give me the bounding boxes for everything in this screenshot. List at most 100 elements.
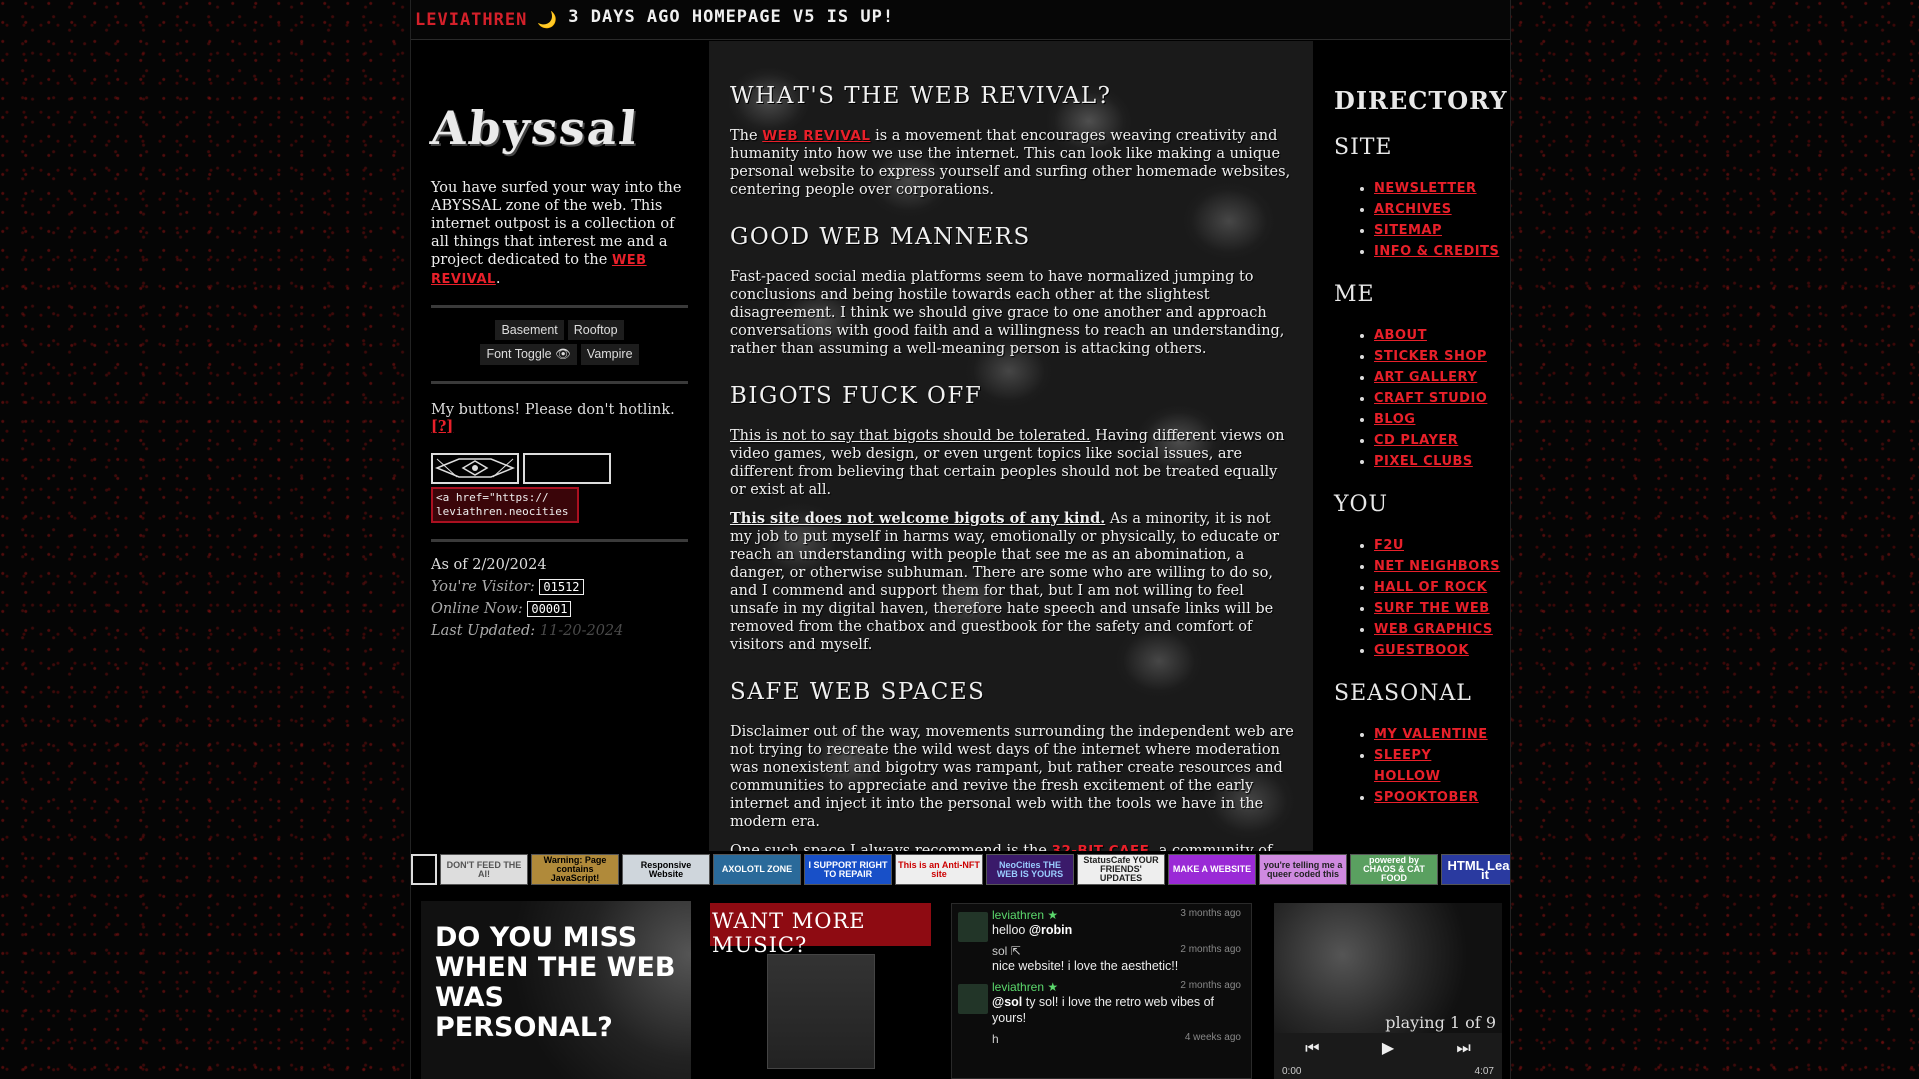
nav-sitemap[interactable]: Sitemap xyxy=(1374,223,1442,238)
site-stats: As of 2/20/2024 You're Visitor: 01512 On… xyxy=(431,554,688,642)
badge-neocities[interactable]: NeoCities THE WEB IS YOURS xyxy=(986,854,1074,885)
music-title: Want more music? xyxy=(710,903,931,957)
visitor-label: You're Visitor: xyxy=(431,579,535,595)
audio-player: playing 1 of 9 ⏮ ▶ ⏭ 0:00 4:07 xyxy=(1274,903,1502,1079)
chat-text: helloo @robin xyxy=(992,922,1245,938)
play-icon[interactable]: ▶ xyxy=(1382,1038,1394,1058)
next-icon[interactable]: ⏭ xyxy=(1456,1038,1470,1058)
nav-sleepy-hollow[interactable]: Sleepy Hollow xyxy=(1374,748,1440,784)
nav-info-credits[interactable]: Info & Credits xyxy=(1374,244,1499,259)
time-current: 0:00 xyxy=(1282,1066,1302,1077)
visitor-counter: 01512 xyxy=(539,579,584,595)
nav-net-neighbors[interactable]: Net Neighbors xyxy=(1374,559,1500,574)
marquee-user[interactable]: LEVIATHREN xyxy=(415,10,527,30)
site-logo[interactable]: Abyssal xyxy=(428,101,691,155)
vampire-button[interactable]: Vampire xyxy=(580,344,639,365)
32bit-cafe-link[interactable]: 32-BIT CAFE xyxy=(1052,843,1150,851)
theme-buttons: Basement Rooftop Font Toggle 👁 Vampire xyxy=(450,320,670,365)
badge-html[interactable]: HTML Learn it xyxy=(1441,854,1510,885)
chat-text: @sol ty sol! i love the retro web vibes … xyxy=(992,994,1245,1026)
badge-statuscafe[interactable]: StatusCafe YOUR FRIENDS' UPDATES xyxy=(1077,854,1165,885)
online-row: Online Now: 00001 xyxy=(431,598,688,620)
section-title-web-revival: What's the Web Revival? xyxy=(730,83,1112,109)
chat-mention: @sol xyxy=(992,995,1023,1009)
nav-spooktober[interactable]: Spooktober xyxy=(1374,790,1479,805)
chat-message: leviathren ★ 3 months ago helloo @robin xyxy=(958,908,1245,942)
nav-pixel-clubs[interactable]: Pixel Clubs xyxy=(1374,454,1473,469)
site-button-eye[interactable] xyxy=(431,453,519,484)
main-content[interactable]: What's the Web Revival? The WEB REVIVAL … xyxy=(709,41,1313,851)
badge-no-ai[interactable]: DON'T FEED THE AI! xyxy=(440,854,528,885)
badge-strip: DON'T FEED THE AI! Warning: Page contain… xyxy=(411,852,1510,887)
chat-message: h 4 weeks ago xyxy=(958,1032,1245,1046)
nav-archives[interactable]: Archives xyxy=(1374,202,1452,217)
chatbox[interactable]: leviathren ★ 3 months ago helloo @robin … xyxy=(951,903,1252,1079)
time-total: 4:07 xyxy=(1474,1066,1494,1077)
section-title-safe-spaces: Safe Web Spaces xyxy=(730,679,986,705)
music-thumbnail[interactable] xyxy=(766,954,875,1069)
nav-web-graphics[interactable]: Web Graphics xyxy=(1374,622,1493,637)
rooftop-button[interactable]: Rooftop xyxy=(567,320,624,340)
bottom-widgets: Do you miss when the web was personal? W… xyxy=(411,893,1510,1079)
nav-blog[interactable]: Blog xyxy=(1374,412,1415,427)
site-links: Newsletter Archives Sitemap Info & Credi… xyxy=(1334,178,1501,262)
badge-responsive[interactable]: Responsive Website xyxy=(622,854,710,885)
nav-sticker-shop[interactable]: Sticker Shop xyxy=(1374,349,1487,364)
music-widget: Want more music? xyxy=(710,903,931,1079)
previous-icon[interactable]: ⏮ xyxy=(1305,1038,1319,1058)
buttons-help-link[interactable]: [?] xyxy=(431,418,453,435)
nav-cd-player[interactable]: CD Player xyxy=(1374,433,1458,448)
nav-about[interactable]: About xyxy=(1374,328,1427,343)
paragraph-text: As a minority, it is not my job to put m… xyxy=(730,511,1280,653)
chat-body: ty sol! i love the retro web vibes of yo… xyxy=(992,995,1215,1025)
nav-art-gallery[interactable]: Art Gallery xyxy=(1374,370,1477,385)
badge-queer-coded[interactable]: you're telling me a queer coded this xyxy=(1259,854,1347,885)
web-revival-paragraph: The WEB REVIVAL is a movement that encou… xyxy=(730,127,1295,199)
divider xyxy=(431,539,688,542)
seasonal-links: My Valentine Sleepy Hollow Spooktober xyxy=(1334,724,1501,808)
eye-icon xyxy=(435,458,515,478)
basement-button[interactable]: Basement xyxy=(495,320,564,340)
chat-body: helloo xyxy=(992,923,1026,937)
badge-powered-by[interactable]: powered by CHAOS & CAT FOOD xyxy=(1350,854,1438,885)
nav-guestbook[interactable]: Guestbook xyxy=(1374,643,1469,658)
online-counter: 00001 xyxy=(527,601,572,617)
site-button-blank[interactable] xyxy=(523,453,611,484)
badge-make-a-website[interactable]: MAKE A WEBSITE xyxy=(1168,854,1256,885)
external-link-icon[interactable]: ⇱ xyxy=(1011,944,1021,958)
playlist-status: playing 1 of 9 xyxy=(1385,1013,1496,1032)
intro-text: You have surfed your way into the ABYSSA… xyxy=(431,180,682,287)
directory-title: Directory xyxy=(1334,86,1508,115)
personal-web-banner[interactable]: Do you miss when the web was personal? xyxy=(421,901,691,1079)
updated-date: 11-20-2024 xyxy=(539,623,624,639)
badge-blank[interactable] xyxy=(411,854,437,885)
stats-date: As of 2/20/2024 xyxy=(431,557,547,573)
safe-spaces-paragraph-2: One such space I always recommend is the… xyxy=(730,842,1295,851)
chat-username-text: sol xyxy=(992,944,1008,958)
nav-hall-of-rock[interactable]: Hall of Rock xyxy=(1374,580,1487,595)
avatar xyxy=(958,984,988,1014)
badge-axolotl[interactable]: AXOLOTL ZONE xyxy=(713,854,801,885)
nav-my-valentine[interactable]: My Valentine xyxy=(1374,727,1488,742)
buttons-note-text: My buttons! Please don't hotlink. xyxy=(431,402,675,418)
bigots-paragraph-1: This is not to say that bigots should be… xyxy=(730,427,1295,499)
nav-surf-the-web[interactable]: Surf the Web xyxy=(1374,601,1490,616)
nav-craft-studio[interactable]: Craft Studio xyxy=(1374,391,1487,406)
badge-javascript-warning[interactable]: Warning: Page contains JavaScript! xyxy=(531,854,619,885)
font-toggle-button[interactable]: Font Toggle 👁 xyxy=(480,344,577,365)
section-title-manners: Good Web Manners xyxy=(730,224,1031,250)
you-links: F2U Net Neighbors Hall of Rock Surf the … xyxy=(1334,535,1501,661)
badge-anti-nft[interactable]: This is an Anti-NFT site xyxy=(895,854,983,885)
page-frame: LEVIATHREN 🌙 3 DAYS AGO HOMEPAGE V5 IS U… xyxy=(410,0,1511,1079)
nav-f2u[interactable]: F2U xyxy=(1374,538,1404,553)
badge-right-to-repair[interactable]: I SUPPORT RIGHT TO REPAIR xyxy=(804,854,892,885)
button-code-textarea[interactable]: <a href="https:// leviathren.neocities xyxy=(431,487,579,523)
web-revival-link[interactable]: WEB REVIVAL xyxy=(762,128,870,144)
updated-row: Last Updated: 11-20-2024 xyxy=(431,620,688,642)
nav-newsletter[interactable]: Newsletter xyxy=(1374,181,1477,196)
section-seasonal: Seasonal xyxy=(1334,681,1472,706)
marquee-message: 3 DAYS AGO HOMEPAGE V5 IS UP! xyxy=(568,6,895,27)
paragraph-text: The xyxy=(730,128,758,144)
directory-sidebar[interactable]: Directory Site Newsletter Archives Sitem… xyxy=(1314,41,1511,851)
